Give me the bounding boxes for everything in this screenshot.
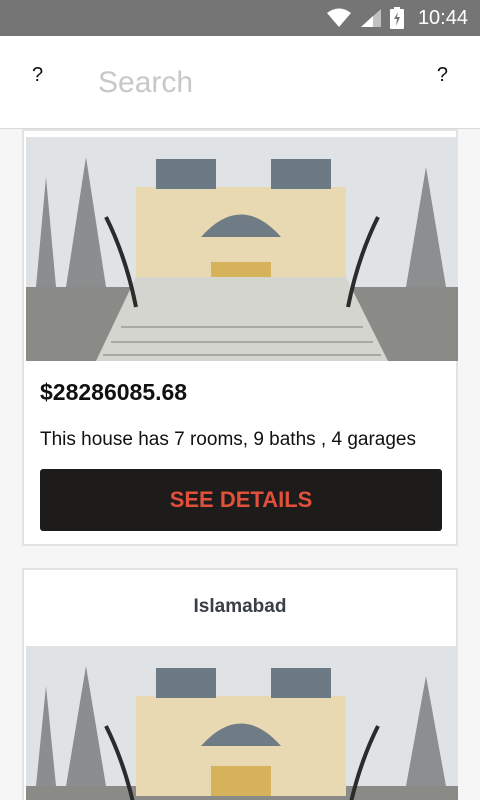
menu-icon[interactable]: ? (32, 64, 43, 87)
app-bar: ? ? (0, 36, 480, 129)
listing-card[interactable]: Islamabad (22, 568, 458, 800)
status-time: 10:44 (417, 6, 468, 29)
wifi-icon (326, 8, 351, 27)
listing-description: This house has 7 rooms, 9 baths , 4 gara… (40, 429, 416, 450)
house-photo (26, 137, 458, 361)
signal-icon (360, 9, 381, 27)
listing-price: $28286085.68 (40, 379, 188, 405)
action-icon[interactable]: ? (437, 64, 448, 87)
listing-city: Islamabad (193, 596, 287, 617)
see-details-button[interactable]: SEE DETAILS (40, 469, 442, 531)
listing-card[interactable]: $28286085.68 This house has 7 rooms, 9 b… (22, 129, 458, 546)
battery-charging-icon (389, 7, 404, 29)
status-icons: 10:44 (326, 0, 468, 36)
house-photo (26, 646, 458, 800)
status-bar: 10:44 (0, 0, 480, 36)
search-input[interactable] (96, 60, 400, 106)
listing-feed[interactable]: $28286085.68 This house has 7 rooms, 9 b… (0, 129, 480, 800)
